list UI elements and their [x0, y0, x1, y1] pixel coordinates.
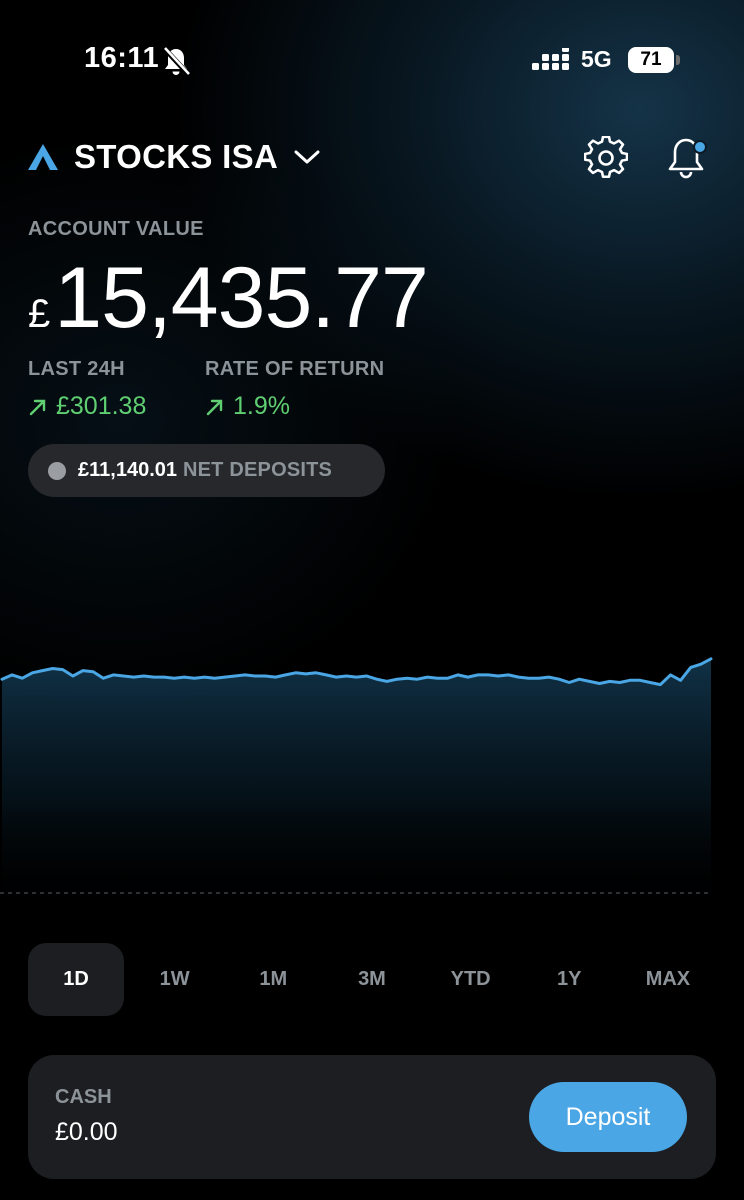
range-tab-3m[interactable]: 3M [324, 943, 420, 1016]
time-range-selector: 1D 1W 1M 3M YTD 1Y MAX [28, 943, 716, 1016]
battery-icon: 71 [628, 47, 674, 73]
rate-of-return-label: RATE OF RETURN [205, 358, 385, 380]
signal-icon [532, 48, 569, 70]
currency-symbol: £ [28, 292, 51, 336]
net-deposits-label: NET DEPOSITS [183, 459, 333, 481]
battery-level: 71 [640, 49, 662, 70]
last-24h-change: £301.38 [28, 392, 146, 421]
cash-label: CASH [55, 1086, 112, 1108]
range-tab-1w[interactable]: 1W [127, 943, 223, 1016]
range-tab-ytd[interactable]: YTD [423, 943, 519, 1016]
status-time: 16:11 [84, 42, 160, 74]
brand-logo-icon [28, 144, 58, 170]
bell-icon [668, 138, 707, 179]
rate-of-return-value: 1.9% [233, 392, 290, 420]
performance-chart[interactable] [0, 560, 744, 920]
account-value-label: ACCOUNT VALUE [28, 218, 204, 240]
battery-cap [676, 55, 680, 65]
cash-card: CASH £0.00 Deposit [28, 1055, 716, 1179]
last-24h-label: LAST 24H [28, 358, 125, 380]
arrow-up-right-icon [206, 399, 223, 415]
account-value: £ 15,435.77 [28, 248, 429, 348]
settings-button[interactable] [583, 135, 629, 180]
arrow-up-right-icon [29, 399, 46, 415]
chart-area-fill [2, 658, 711, 913]
range-tab-1y[interactable]: 1Y [521, 943, 617, 1016]
rate-of-return-change: 1.9% [205, 392, 290, 421]
bell-off-icon [162, 46, 190, 76]
range-tab-1d[interactable]: 1D [28, 943, 124, 1016]
net-deposits-dot [48, 461, 66, 480]
cash-value: £0.00 [55, 1118, 118, 1146]
notifications-button[interactable] [666, 134, 710, 180]
account-switcher[interactable]: STOCKS ISA [28, 134, 320, 180]
last-24h-value: £301.38 [56, 392, 147, 420]
chevron-down-icon [294, 150, 320, 164]
net-deposits-pill[interactable]: £11,140.01 NET DEPOSITS [28, 444, 385, 497]
net-deposits-amount: £11,140.01 [78, 459, 177, 481]
range-tab-1m[interactable]: 1M [225, 943, 321, 1016]
deposit-button[interactable]: Deposit [529, 1082, 687, 1152]
account-name: STOCKS ISA [74, 138, 279, 175]
gear-icon [583, 135, 629, 178]
network-label: 5G [581, 46, 612, 72]
status-bar: 16:11 5G 71 [0, 0, 744, 110]
account-value-amount: 15,435.77 [54, 250, 429, 346]
range-tab-max[interactable]: MAX [620, 943, 716, 1016]
